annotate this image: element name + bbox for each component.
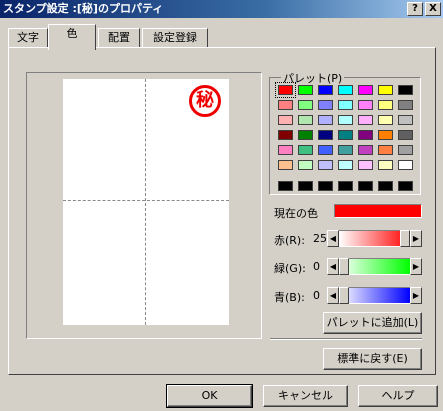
help-title-button[interactable]: ? [407,2,423,16]
palette-swatch[interactable] [378,145,393,155]
palette-swatch[interactable] [338,160,353,170]
palette-swatch[interactable] [278,181,293,191]
palette-swatch[interactable] [278,160,293,170]
palette-swatch[interactable] [378,181,393,191]
reset-default-button[interactable]: 標準に戻す(E) [323,348,422,370]
palette-swatch[interactable] [378,160,393,170]
current-color-swatch [334,204,422,218]
current-color-label: 現在の色 [274,207,318,220]
palette-swatch[interactable] [318,115,333,125]
palette-swatch[interactable] [298,160,313,170]
palette-swatch[interactable] [358,181,373,191]
ok-button[interactable]: OK [166,384,253,408]
green-thumb[interactable] [339,258,349,275]
palette-swatch[interactable] [358,85,373,95]
palette-swatch[interactable] [338,130,353,140]
green-right-arrow[interactable]: ▶ [410,258,422,275]
palette-swatch[interactable] [358,145,373,155]
palette-swatch[interactable] [338,100,353,110]
cancel-button[interactable]: キャンセル [263,385,348,407]
blue-label: 青(B): [274,291,305,304]
preview-paper: 秘 [63,79,229,325]
palette-swatch[interactable] [398,145,413,155]
add-to-palette-button[interactable]: パレットに追加(L) [323,312,422,334]
palette-swatch[interactable] [358,160,373,170]
palette-swatch[interactable] [398,85,413,95]
palette-swatch[interactable] [298,181,313,191]
blue-left-arrow[interactable]: ◀ [327,287,339,304]
tab-color[interactable]: 色 [48,24,96,50]
tab-text[interactable]: 文字 [8,28,48,48]
blue-track[interactable] [339,287,410,304]
horizontal-guide [63,200,229,201]
palette-swatch[interactable] [358,100,373,110]
red-thumb[interactable] [400,230,410,247]
tab-register[interactable]: 設定登録 [142,28,208,48]
green-slider[interactable]: ◀ ▶ [327,258,422,275]
blue-right-arrow[interactable]: ▶ [410,287,422,304]
red-slider[interactable]: ◀ ▶ [327,230,422,247]
window-title: スタンプ設定 :[秘]のプロパティ [3,2,164,15]
help-button[interactable]: ヘルプ [358,385,438,407]
palette-swatch[interactable] [278,100,293,110]
palette-swatch[interactable] [318,181,333,191]
red-label: 赤(R): [274,234,305,247]
red-left-arrow[interactable]: ◀ [327,230,339,247]
separator [270,338,422,340]
palette-swatch[interactable] [358,115,373,125]
palette-swatch[interactable] [398,115,413,125]
palette-swatch[interactable] [358,130,373,140]
palette-swatch[interactable] [338,85,353,95]
palette-swatch[interactable] [398,130,413,140]
palette-swatch[interactable] [318,85,333,95]
palette-swatch[interactable] [378,85,393,95]
palette-swatch[interactable] [298,100,313,110]
palette-swatch[interactable] [398,100,413,110]
stamp-preview: 秘 [26,72,262,339]
palette-swatch[interactable] [338,145,353,155]
blue-value: 0 [313,289,320,302]
palette-swatch[interactable] [318,130,333,140]
green-label: 緑(G): [274,262,306,275]
palette-swatch[interactable] [278,145,293,155]
palette-swatch[interactable] [378,130,393,140]
palette-swatch[interactable] [318,145,333,155]
palette-swatch[interactable] [338,181,353,191]
green-value: 0 [313,260,320,273]
palette-swatch[interactable] [338,115,353,125]
palette-swatch[interactable] [278,115,293,125]
palette-swatch[interactable] [298,85,313,95]
blue-slider[interactable]: ◀ ▶ [327,287,422,304]
palette-swatch[interactable] [298,145,313,155]
green-track[interactable] [339,258,410,275]
palette-label: パレット(P) [281,70,345,86]
stamp-mark: 秘 [189,85,221,117]
palette-swatch[interactable] [378,115,393,125]
vertical-guide [145,79,146,325]
palette-swatch[interactable] [278,130,293,140]
palette-swatch[interactable] [298,115,313,125]
green-left-arrow[interactable]: ◀ [327,258,339,275]
red-right-arrow[interactable]: ▶ [410,230,422,247]
title-bar: スタンプ設定 :[秘]のプロパティ [0,0,443,18]
palette-swatch[interactable] [275,82,296,98]
palette-swatch[interactable] [318,100,333,110]
tab-layout[interactable]: 配置 [98,28,140,48]
palette-swatch[interactable] [398,181,413,191]
palette-swatch[interactable] [318,160,333,170]
palette-swatch[interactable] [298,130,313,140]
close-button[interactable]: X [425,2,441,16]
palette-swatch[interactable] [398,160,413,170]
blue-thumb[interactable] [339,287,349,304]
palette-swatch[interactable] [378,100,393,110]
